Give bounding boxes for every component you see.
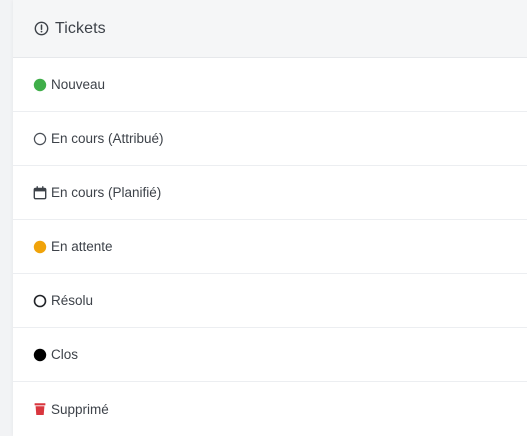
status-label: Nouveau — [51, 77, 106, 92]
status-label: Supprimé — [51, 401, 109, 417]
status-row-en-attente[interactable]: En attente — [13, 220, 527, 274]
alert-circle-icon — [34, 21, 49, 36]
panel-header: Tickets — [13, 0, 527, 58]
green-dot-icon — [33, 78, 47, 92]
status-row-supprime[interactable]: Supprimé — [13, 382, 527, 436]
status-label: Résolu — [51, 293, 94, 308]
status-label: En attente — [51, 239, 113, 254]
status-label: En cours (Attribué) — [51, 131, 164, 146]
panel-title: Tickets — [55, 19, 106, 37]
empty-circle-icon — [33, 132, 47, 146]
status-row-en-cours-planifie[interactable]: En cours (Planifié) — [13, 166, 527, 220]
status-row-en-cours-attribue[interactable]: En cours (Attribué) — [13, 112, 527, 166]
calendar-icon — [33, 185, 47, 200]
status-row-clos[interactable]: Clos — [13, 328, 527, 382]
tickets-panel: Tickets Nouveau En cours (Attribué) En c… — [13, 0, 527, 436]
outline-circle-icon — [33, 294, 47, 308]
orange-dot-icon — [33, 240, 47, 254]
status-label: En cours (Planifié) — [51, 185, 162, 200]
status-label: Clos — [51, 347, 79, 362]
black-dot-icon — [33, 348, 47, 362]
trash-icon — [33, 402, 47, 416]
status-row-resolu[interactable]: Résolu — [13, 274, 527, 328]
status-row-nouveau[interactable]: Nouveau — [13, 58, 527, 112]
